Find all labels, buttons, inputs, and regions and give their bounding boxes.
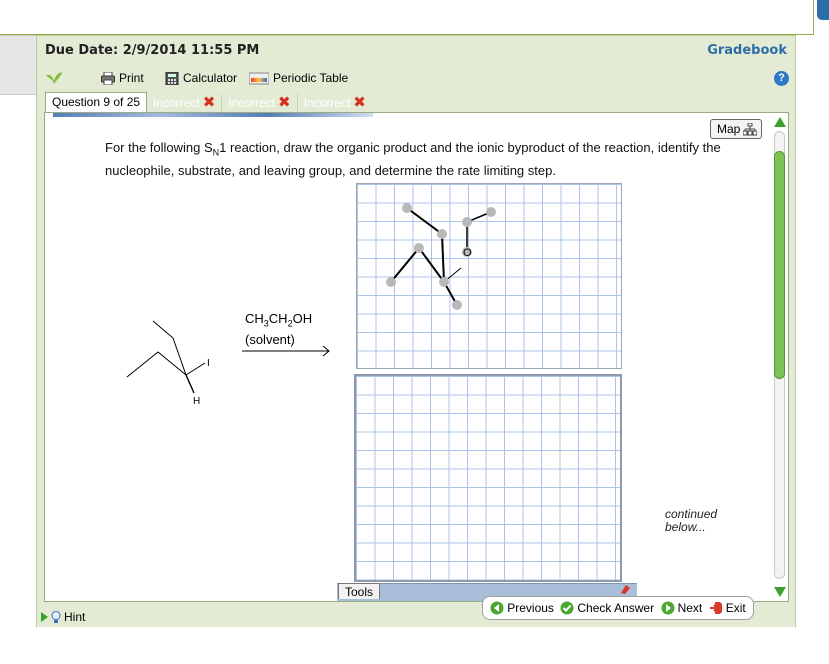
hint-button[interactable]: Hint — [41, 610, 85, 624]
corner-tab[interactable] — [817, 0, 829, 20]
left-panel-strip — [0, 35, 36, 95]
eraser-icon[interactable] — [619, 583, 631, 595]
help-icon[interactable]: ? — [774, 71, 789, 86]
gradebook-link[interactable]: Gradebook — [707, 43, 787, 58]
tab-question-number[interactable]: Question 9 of 25 — [45, 92, 148, 112]
calculator-icon — [165, 71, 179, 85]
map-button[interactable]: Map — [710, 119, 762, 139]
next-arrow-icon — [661, 601, 675, 615]
lightbulb-icon — [51, 610, 61, 623]
tools-tab[interactable]: Tools — [338, 583, 381, 599]
reactant-structure: I H — [126, 320, 210, 407]
hint-label: Hint — [64, 610, 86, 624]
calculator-button[interactable]: Calculator — [165, 71, 237, 85]
attempt-2: Incorrect ✖ — [222, 94, 298, 112]
header-band — [53, 113, 373, 117]
periodic-table-label: Periodic Table — [273, 71, 349, 85]
vertical-scrollbar[interactable] — [772, 117, 786, 597]
drawing-canvas-byproduct[interactable] — [354, 374, 622, 582]
attempt-label: Incorrect — [303, 96, 351, 110]
attempt-label: Incorrect — [153, 96, 200, 110]
leaf-logo-icon — [46, 72, 62, 84]
due-date: Due Date: 2/9/2014 11:55 PM — [45, 43, 260, 58]
next-button[interactable]: Next — [661, 601, 702, 615]
question-tabs: Question 9 of 25 Incorrect ✖ Incorrect ✖… — [45, 92, 372, 112]
right-divider — [813, 0, 814, 35]
toolbar: Print Calculator Periodic Table ? — [37, 66, 795, 90]
exit-button[interactable]: Exit — [709, 601, 746, 615]
reaction-arrow — [242, 345, 330, 357]
scroll-up-arrow-icon[interactable] — [774, 117, 786, 127]
hydrogen-label: H — [193, 396, 200, 407]
scroll-thumb[interactable] — [774, 151, 785, 379]
print-label: Print — [119, 71, 144, 85]
print-button[interactable]: Print — [101, 71, 144, 85]
x-mark-icon: ✖ — [353, 94, 366, 111]
previous-arrow-icon — [490, 601, 504, 615]
sitemap-icon — [743, 123, 757, 136]
periodic-table-icon — [249, 72, 269, 84]
scroll-down-arrow-icon[interactable] — [774, 587, 786, 597]
exit-icon — [709, 602, 722, 614]
check-icon — [560, 601, 574, 615]
attempt-label: Incorrect — [228, 96, 276, 110]
x-mark-icon: ✖ — [202, 94, 216, 111]
question-text: For the following SN1 reaction, draw the… — [105, 140, 721, 178]
drawn-product-structure: O — [386, 203, 496, 310]
attempt-1: Incorrect ✖ — [147, 94, 223, 112]
reagent-label: CH3CH2OH (solvent) — [245, 311, 312, 347]
periodic-table-button[interactable]: Periodic Table — [249, 71, 348, 85]
check-answer-button[interactable]: Check Answer — [560, 601, 654, 615]
expand-arrow-icon — [41, 612, 48, 622]
continued-note: continued below... — [665, 507, 718, 534]
printer-icon — [101, 71, 115, 85]
map-label: Map — [717, 122, 741, 136]
navigation-bar: Previous Check Answer Next Exit — [482, 596, 754, 620]
drawing-canvas-product[interactable]: O — [356, 183, 622, 369]
assignment-frame: Due Date: 2/9/2014 11:55 PM Gradebook Pr… — [36, 35, 796, 627]
oxygen-label: O — [463, 247, 472, 259]
calculator-label: Calculator — [183, 71, 238, 85]
x-mark-icon: ✖ — [278, 94, 291, 111]
iodine-label: I — [207, 358, 210, 369]
question-content: Map For the following SN1 reaction, draw… — [44, 112, 789, 602]
reagent-formula: CH3CH2OH — [245, 311, 313, 329]
previous-button[interactable]: Previous — [490, 601, 554, 615]
attempt-3: Incorrect ✖ — [298, 94, 372, 112]
